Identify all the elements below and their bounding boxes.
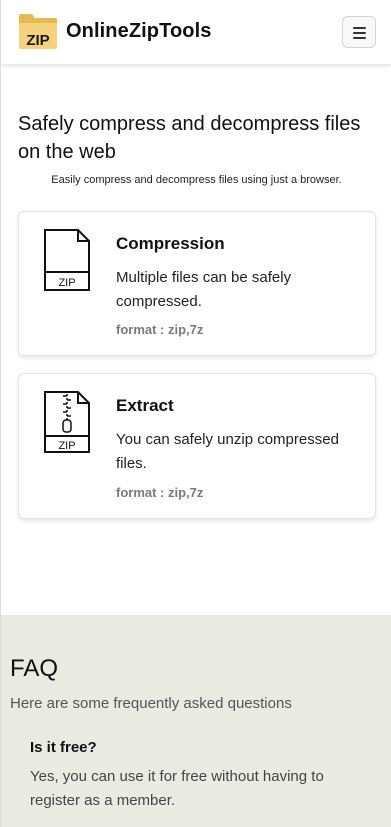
zipper-file-icon-text: ZIP [58,440,75,452]
site-header: ZIP OnlineZipTools [1,0,391,64]
page-subtitle: Easily compress and decompress files usi… [51,174,342,186]
hamburger-icon-line [353,32,366,34]
zip-file-icon-text: ZIP [58,277,75,289]
logo-text: ZIP [26,32,49,49]
zip-folder-logo-icon[interactable]: ZIP [18,12,58,50]
faq-question: Is it free? [30,739,97,756]
compression-card[interactable]: ZIP Compression Multiple files can be sa… [18,211,376,356]
faq-subtitle: Here are some frequently asked questions [10,695,292,712]
card-title: Compression [116,234,225,253]
card-description: You can safely unzip compressed files. [116,431,339,472]
card-format: format : zip,7z [116,485,204,500]
card-title: Extract [116,396,174,415]
page-title: Safely compress and decompress files on … [18,113,361,163]
zipper-file-icon: ZIP [44,391,90,453]
hamburger-icon-line [353,37,366,39]
card-description: Multiple files can be safely compressed. [116,269,292,310]
faq-answer: Yes, you can use it for free without hav… [30,768,324,809]
faq-section: FAQ Here are some frequently asked quest… [1,615,391,827]
zip-file-icon: ZIP [44,229,90,291]
menu-toggle-button[interactable] [342,16,376,48]
extract-card[interactable]: ZIP Extract You can safely unzip compres… [18,373,376,519]
page: ZIP OnlineZipTools Safely compress and d… [0,0,391,827]
hamburger-icon [353,27,366,29]
brand-name[interactable]: OnlineZipTools [66,20,211,43]
card-format: format : zip,7z [116,322,204,337]
faq-title: FAQ [10,655,59,682]
